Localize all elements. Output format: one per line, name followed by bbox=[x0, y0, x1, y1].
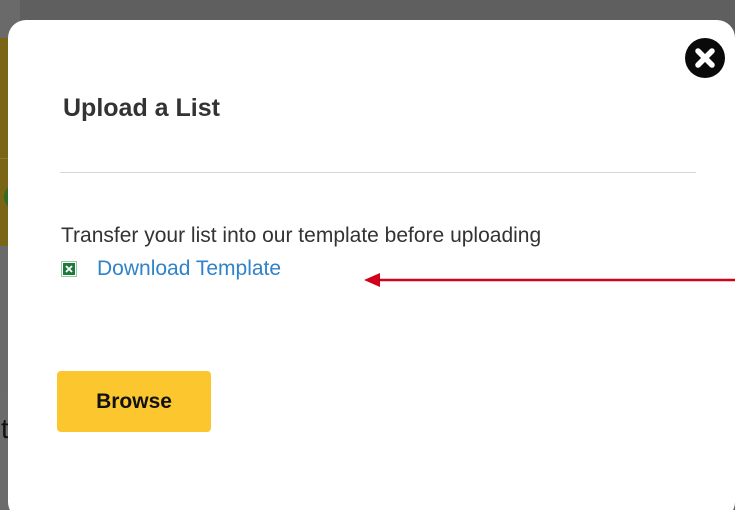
browse-button[interactable]: Browse bbox=[57, 371, 211, 432]
download-template-label: Download Template bbox=[97, 257, 282, 280]
close-icon[interactable] bbox=[685, 38, 725, 78]
annotation-arrow-icon bbox=[364, 273, 735, 287]
instructions-text: Transfer your list into our template bef… bbox=[61, 224, 542, 247]
upload-list-modal: Upload a List Transfer your list into ou… bbox=[8, 20, 735, 510]
modal-title: Upload a List bbox=[63, 94, 220, 122]
download-template-link[interactable]: Download Template bbox=[61, 257, 281, 281]
excel-file-icon bbox=[61, 261, 77, 277]
title-divider bbox=[60, 172, 696, 173]
